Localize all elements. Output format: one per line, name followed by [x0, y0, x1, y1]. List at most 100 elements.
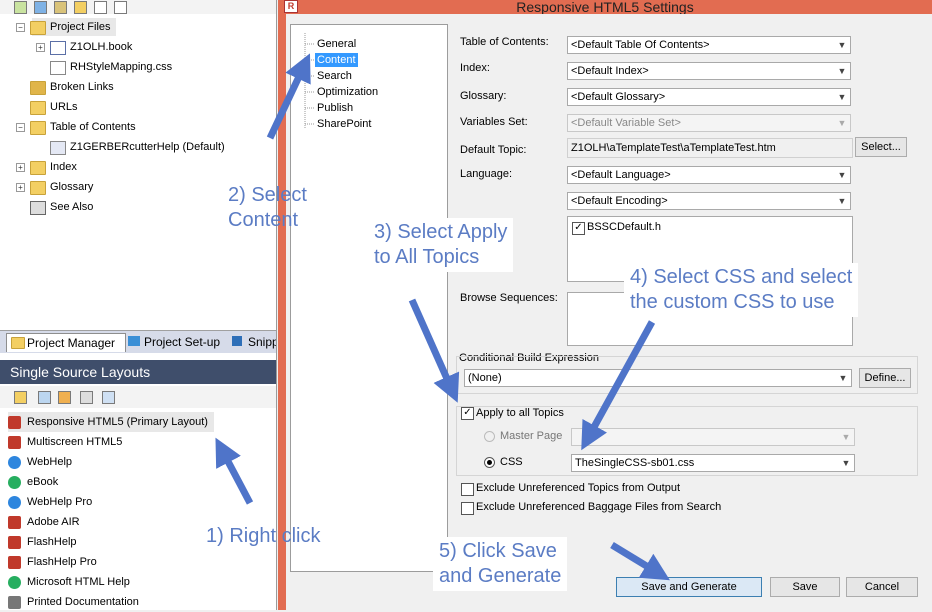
nav-general[interactable]: General [315, 37, 358, 51]
expand-icon[interactable]: + [16, 183, 25, 192]
nav-sharepoint[interactable]: SharePoint [315, 117, 373, 131]
layout-label: WebHelp [27, 456, 73, 468]
master-page-select: ▼ [571, 428, 855, 446]
tree-item-label: Broken Links [50, 81, 114, 93]
toc-select[interactable]: <Default Table Of Contents> ▼ [567, 36, 851, 54]
browse-label: Browse Sequences: [460, 292, 558, 304]
tree-item-label: Z1GERBERcutterHelp (Default) [70, 141, 225, 153]
collapse-icon[interactable]: − [16, 123, 25, 132]
encoding-value: <Default Encoding> [571, 195, 668, 207]
expand-icon[interactable]: + [36, 43, 45, 52]
css-select[interactable]: TheSingleCSS-sb01.css ▼ [571, 454, 855, 472]
layout-printed-doc[interactable]: Printed Documentation [8, 592, 139, 612]
master-page-radio [484, 431, 495, 442]
chevron-down-icon: ▼ [837, 170, 847, 180]
ssl-header: Single Source Layouts [0, 360, 276, 384]
css-radio[interactable] [484, 457, 495, 468]
language-select[interactable]: <Default Language> ▼ [567, 166, 851, 184]
default-topic-field: Z1OLH\aTemplateTest\aTemplateTest.htm [567, 138, 853, 158]
find-icon[interactable] [114, 1, 127, 14]
toc-label: Table of Contents: [460, 36, 549, 48]
copy-layout-icon[interactable] [38, 391, 51, 404]
tree-item-label: Project Files [50, 21, 111, 33]
glasses-icon [30, 201, 46, 215]
nav-optimization[interactable]: Optimization [315, 85, 380, 99]
save-button[interactable]: Save [770, 577, 840, 597]
layout-label: Microsoft HTML Help [27, 576, 130, 588]
layout-ebook[interactable]: eBook [8, 472, 58, 492]
tree-item-label: Table of Contents [50, 121, 136, 133]
step4-annotation: 4) Select CSS and select the custom CSS … [624, 263, 859, 317]
apply-all-label: Apply to all Topics [476, 407, 564, 419]
encoding-select[interactable]: <Default Encoding> ▼ [567, 192, 851, 210]
folder-icon[interactable] [74, 1, 87, 14]
chevron-down-icon: ▼ [841, 458, 851, 468]
exclude-topics-checkbox[interactable] [461, 483, 474, 496]
layout-flashhelp-pro[interactable]: FlashHelp Pro [8, 552, 97, 572]
expand-icon[interactable]: + [16, 163, 25, 172]
layout-flashhelp[interactable]: FlashHelp [8, 532, 77, 552]
tree-item-label: Z1OLH.book [70, 41, 133, 53]
help-icon[interactable] [94, 1, 107, 14]
tree-item-project-files[interactable]: − Project Files [16, 18, 116, 36]
new-icon[interactable] [14, 1, 27, 14]
nav-search[interactable]: Search [315, 69, 354, 83]
index-select[interactable]: <Default Index> ▼ [567, 62, 851, 80]
language-label: Language: [460, 168, 512, 180]
sort-icon[interactable] [54, 1, 67, 14]
tab-label: Project Manager [27, 336, 116, 350]
layout-adobe-air[interactable]: Adobe AIR [8, 512, 80, 532]
generate-icon[interactable] [58, 391, 71, 404]
layout-responsive-html5[interactable]: Responsive HTML5 (Primary Layout) [8, 412, 214, 432]
dialog-title: Responsive HTML5 Settings [516, 0, 694, 15]
folder-icon [30, 101, 46, 115]
define-button[interactable]: Define... [859, 368, 911, 388]
printer-icon [8, 595, 21, 609]
select-topic-button[interactable]: Select... [855, 137, 907, 157]
file-checkbox[interactable]: ✓ [572, 222, 585, 235]
chevron-down-icon: ▼ [837, 40, 847, 50]
properties-icon[interactable] [102, 391, 115, 404]
tab-project-manager[interactable]: Project Manager [6, 333, 126, 352]
settings-nav: General Content Search Optimization Publ… [290, 24, 448, 572]
view-icon[interactable] [80, 391, 93, 404]
variables-value: <Default Variable Set> [571, 117, 681, 129]
chevron-down-icon: ▼ [837, 118, 847, 128]
layout-label: Responsive HTML5 (Primary Layout) [27, 416, 208, 428]
filter-icon[interactable] [34, 1, 47, 14]
glossary-select[interactable]: <Default Glossary> ▼ [567, 88, 851, 106]
chevron-down-icon: ▼ [837, 66, 847, 76]
layout-webhelp-pro[interactable]: WebHelp Pro [8, 492, 92, 512]
collapse-icon[interactable]: − [16, 23, 25, 32]
layout-multiscreen[interactable]: Multiscreen HTML5 [8, 432, 122, 452]
tree-item-label: Glossary [50, 181, 94, 193]
tab-project-setup[interactable]: Project Set-up [124, 333, 240, 351]
save-and-generate-button[interactable]: Save and Generate [616, 577, 762, 597]
index-label: Index: [460, 62, 490, 74]
nav-content[interactable]: Content [315, 53, 358, 67]
nav-tree-lines [304, 33, 315, 129]
cancel-button[interactable]: Cancel [846, 577, 918, 597]
apply-all-checkbox[interactable]: ✓ [461, 407, 474, 420]
exclude-baggage-checkbox[interactable] [461, 502, 474, 515]
tree-item-label: See Also [50, 201, 94, 213]
nav-publish[interactable]: Publish [315, 101, 355, 115]
cbe-select[interactable]: (None) ▼ [464, 369, 852, 387]
tab-snippets[interactable]: Snipp [228, 333, 276, 351]
new-layout-icon[interactable] [14, 391, 27, 404]
globe-icon [8, 495, 21, 509]
css-label: CSS [500, 456, 523, 468]
layout-html-help[interactable]: Microsoft HTML Help [8, 572, 130, 592]
variables-label: Variables Set: [460, 116, 528, 128]
folder-icon [30, 181, 46, 195]
folder-icon [11, 337, 25, 349]
open-folder-icon [30, 21, 46, 35]
glossary-label: Glossary: [460, 90, 507, 102]
exclude-baggage-label: Exclude Unreferenced Baggage Files from … [476, 501, 722, 513]
layout-webhelp[interactable]: WebHelp [8, 452, 72, 472]
setup-icon [128, 336, 140, 346]
pane-tabs: Project Manager Project Set-up Snipp [0, 330, 276, 353]
responsive-html5-icon [8, 415, 21, 429]
language-value: <Default Language> [571, 169, 671, 181]
air-icon [8, 515, 21, 529]
